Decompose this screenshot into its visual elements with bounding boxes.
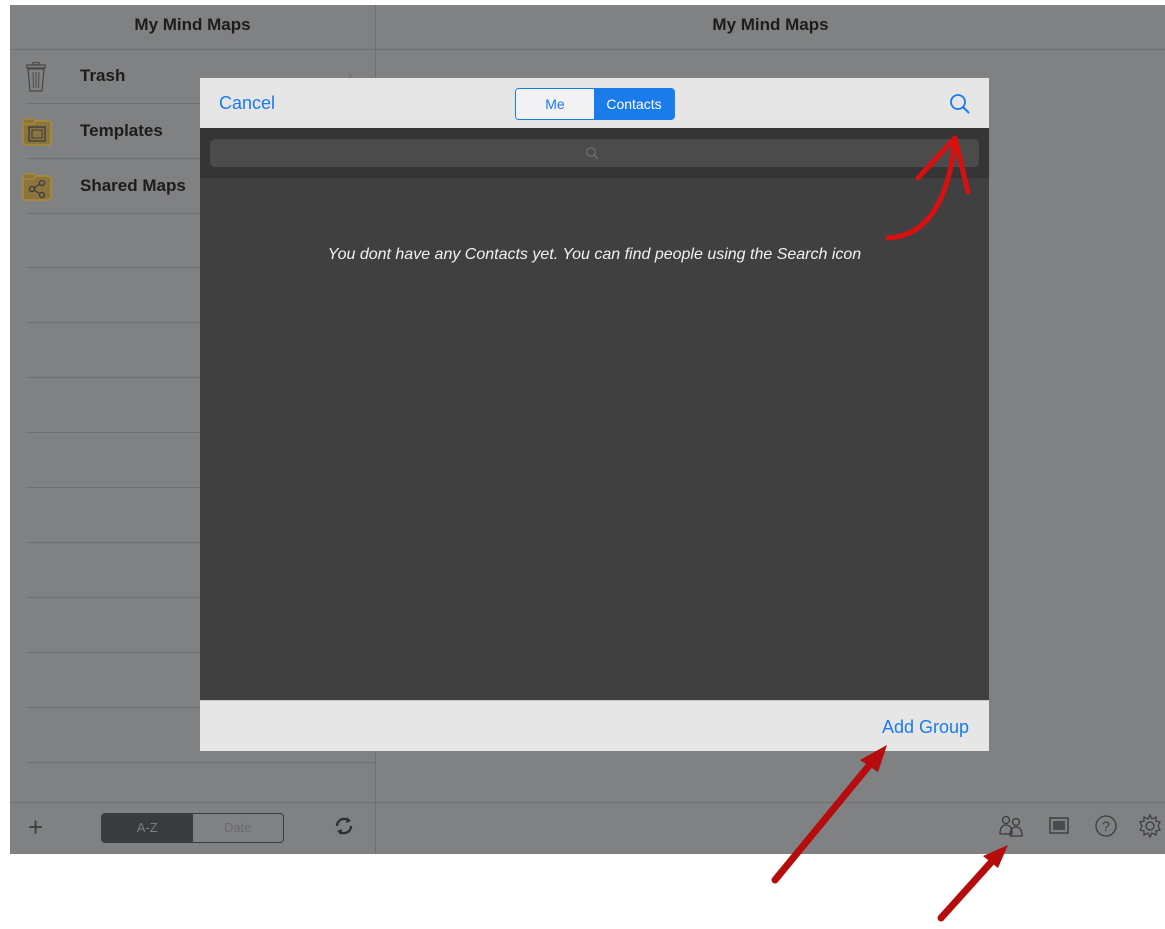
- settings-icon[interactable]: [1137, 813, 1163, 844]
- sort-option-a-z[interactable]: A-Z: [102, 814, 193, 842]
- search-field-icon: [586, 147, 599, 160]
- folder-label-shared-maps: Shared Maps: [80, 176, 186, 195]
- svg-text:?: ?: [1102, 818, 1110, 834]
- cancel-button[interactable]: Cancel: [219, 93, 275, 114]
- trash-icon: [22, 61, 50, 92]
- folder-label-templates: Templates: [80, 121, 163, 140]
- left-pane-title: My Mind Maps: [10, 5, 375, 50]
- plus-icon[interactable]: +: [28, 812, 43, 843]
- modal-nav-bar: Cancel Me Contacts: [200, 78, 989, 129]
- contacts-icon[interactable]: [998, 813, 1024, 844]
- tab-me[interactable]: Me: [516, 89, 594, 119]
- contacts-modal: Cancel Me Contacts You dont have any Con…: [200, 78, 989, 751]
- sort-option-date[interactable]: Date: [193, 814, 284, 842]
- divider: [26, 762, 375, 763]
- shared-folder-icon: [22, 172, 52, 201]
- sort-segmented-control: A-Z Date: [101, 813, 284, 843]
- help-icon[interactable]: ?: [1093, 813, 1119, 844]
- arrow-to-contacts-icon: [937, 854, 999, 922]
- tab-contacts[interactable]: Contacts: [594, 89, 674, 119]
- modal-footer: Add Group: [200, 700, 989, 751]
- right-pane-title: My Mind Maps: [376, 5, 1165, 50]
- search-input[interactable]: [210, 139, 979, 167]
- bottom-toolbar: + A-Z Date ?: [10, 802, 1165, 855]
- me-contacts-segmented-control: Me Contacts: [515, 88, 675, 120]
- folder-label-trash: Trash: [80, 66, 126, 85]
- presentation-icon[interactable]: [1046, 813, 1072, 844]
- add-group-button[interactable]: Add Group: [882, 717, 969, 738]
- search-icon[interactable]: [948, 92, 972, 121]
- empty-contacts-message: You dont have any Contacts yet. You can …: [327, 246, 862, 263]
- templates-folder-icon: [22, 117, 52, 146]
- sync-icon[interactable]: [333, 815, 355, 842]
